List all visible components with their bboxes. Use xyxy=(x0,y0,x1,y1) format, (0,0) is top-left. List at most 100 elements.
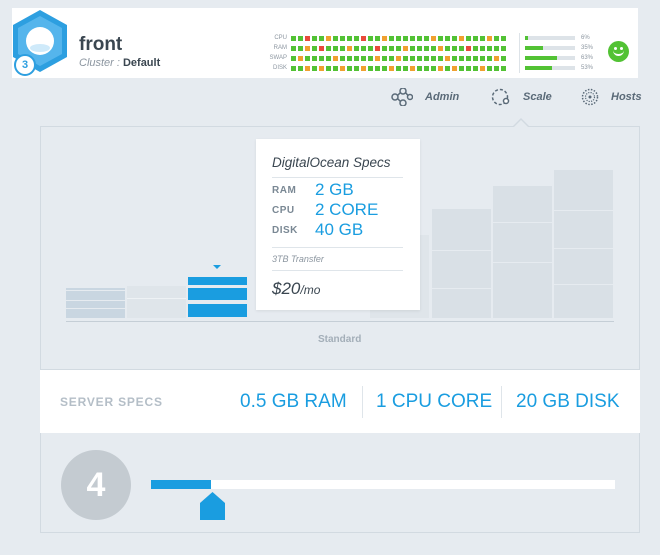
metric-cell xyxy=(403,45,408,51)
metric-cell xyxy=(305,45,310,51)
metric-cell xyxy=(417,65,422,71)
cluster-value: Default xyxy=(122,57,161,69)
instance-count-badge: 3 xyxy=(14,54,36,76)
slider-handle[interactable] xyxy=(199,491,226,520)
metric-cell xyxy=(466,65,471,71)
plan-tier-7[interactable] xyxy=(493,186,552,318)
metric-cell xyxy=(494,65,499,71)
server-specs-label: SERVER SPECS xyxy=(60,395,163,409)
metric-cells xyxy=(291,65,506,71)
metric-cell xyxy=(340,55,345,61)
metric-cell xyxy=(375,55,380,61)
usage-track xyxy=(525,46,575,50)
instance-count: 4 xyxy=(61,450,131,520)
metric-cell xyxy=(291,35,296,41)
metric-cell xyxy=(480,45,485,51)
metric-row-ram: RAM xyxy=(265,44,506,52)
metric-label: CPU xyxy=(274,35,287,41)
metric-cell xyxy=(326,45,331,51)
app-name: front xyxy=(79,34,123,55)
metric-cell xyxy=(354,55,359,61)
metric-cell xyxy=(396,35,401,41)
metric-cell xyxy=(368,35,373,41)
metric-cell xyxy=(312,55,317,61)
tooltip-ram-value: 2 GB xyxy=(315,180,354,199)
metric-cell xyxy=(291,45,296,51)
metric-cell xyxy=(410,65,415,71)
metric-cells xyxy=(291,35,506,41)
plan-tier-1[interactable] xyxy=(66,288,125,318)
metrics-divider xyxy=(519,33,520,73)
plan-tier-8[interactable] xyxy=(554,170,613,318)
metric-cell xyxy=(361,65,366,71)
metric-cell xyxy=(431,45,436,51)
metric-cell xyxy=(438,45,443,51)
plan-tier-2[interactable] xyxy=(127,286,186,318)
usage-track xyxy=(525,66,575,70)
metric-cell xyxy=(368,65,373,71)
nav-admin-label: Admin xyxy=(425,91,460,103)
tooltip-price-value: $20 xyxy=(272,279,301,298)
metric-cell xyxy=(459,65,464,71)
usage-fill xyxy=(525,56,557,60)
metric-cell xyxy=(361,45,366,51)
instance-slider-track[interactable] xyxy=(151,480,615,489)
metric-cell xyxy=(389,45,394,51)
metric-cell xyxy=(487,55,492,61)
usage-bar-cpu: 6% xyxy=(525,34,595,42)
metric-cell xyxy=(494,35,499,41)
plan-tier-selected[interactable] xyxy=(188,277,247,285)
metric-cell xyxy=(438,35,443,41)
metric-cell xyxy=(319,35,324,41)
metric-cell xyxy=(480,55,485,61)
metric-row-cpu: CPU xyxy=(265,34,506,42)
tooltip-transfer: 3TB Transfer xyxy=(272,254,324,264)
metric-cells xyxy=(291,45,506,51)
metric-cell xyxy=(403,65,408,71)
metric-cell xyxy=(389,55,394,61)
metric-cell xyxy=(298,45,303,51)
metric-cell xyxy=(417,45,422,51)
metric-cell xyxy=(312,65,317,71)
nav-hosts-label: Hosts xyxy=(611,91,642,103)
nav-scale[interactable]: Scale xyxy=(489,88,552,106)
tooltip-cpu-row: CPU 2 CORE xyxy=(272,200,378,220)
metric-cell xyxy=(480,35,485,41)
tooltip-price: $20/mo xyxy=(272,279,320,299)
metric-cell xyxy=(305,65,310,71)
metric-cell xyxy=(494,55,499,61)
tooltip-ram-label: RAM xyxy=(272,184,297,196)
spec-divider xyxy=(362,386,363,418)
tooltip-price-unit: /mo xyxy=(300,283,321,297)
nav-hosts[interactable]: Hosts xyxy=(581,88,642,106)
metric-cell xyxy=(452,35,457,41)
tooltip-disk-label: DISK xyxy=(272,224,298,236)
metric-cell xyxy=(347,65,352,71)
metric-cell xyxy=(459,55,464,61)
metric-cell xyxy=(382,35,387,41)
network-icon xyxy=(391,88,413,106)
metric-cell xyxy=(319,55,324,61)
metric-cell xyxy=(333,35,338,41)
metric-label: RAM xyxy=(273,45,287,51)
tooltip-disk-value: 40 GB xyxy=(315,220,364,239)
usage-value: 6% xyxy=(581,35,590,41)
metric-cell xyxy=(361,35,366,41)
metric-cell xyxy=(487,65,492,71)
nav-scale-label: Scale xyxy=(523,91,552,103)
metric-cell xyxy=(473,35,478,41)
tooltip-cpu-value: 2 CORE xyxy=(315,200,379,219)
smiley-icon xyxy=(608,41,629,62)
metric-cell xyxy=(438,55,443,61)
usage-bar-disk: 53% xyxy=(525,64,595,72)
plan-tier-6[interactable] xyxy=(432,209,491,318)
nav-admin[interactable]: Admin xyxy=(391,88,459,106)
metric-cell xyxy=(389,65,394,71)
metric-cell xyxy=(424,55,429,61)
metric-cell xyxy=(459,35,464,41)
spec-divider xyxy=(501,386,502,418)
metric-cell xyxy=(375,45,380,51)
metric-cell xyxy=(431,55,436,61)
metric-label: DISK xyxy=(272,65,287,71)
spec-cpu: 1 CPU CORE xyxy=(376,391,493,412)
